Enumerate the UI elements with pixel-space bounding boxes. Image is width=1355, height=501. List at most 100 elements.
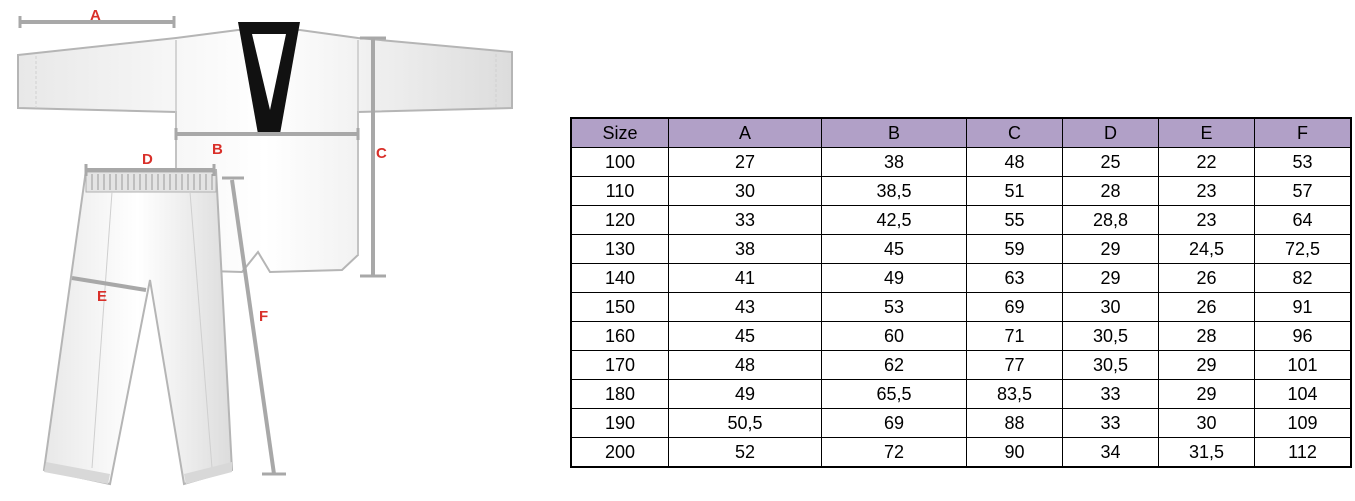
measurement-cell: 69: [821, 408, 967, 438]
measurement-cell: 48: [966, 147, 1063, 177]
size-cell: 190: [570, 408, 669, 438]
size-cell: 120: [570, 205, 669, 235]
size-cell: 180: [570, 379, 669, 409]
table-row: 110 30 38,5 51 28 23 57: [570, 176, 1352, 206]
measurement-cell: 31,5: [1158, 437, 1255, 468]
column-header-d: D: [1062, 117, 1159, 148]
size-chart-table: Size A B C D E F 100 27 38 48 25 22 53 110 30 38,…: [570, 117, 1352, 468]
table-row: 200 52 72 90 34 31,5 112: [570, 437, 1352, 468]
measurement-cell: 28,8: [1062, 205, 1159, 235]
measurement-cell: 91: [1254, 292, 1352, 322]
measurement-cell: 42,5: [821, 205, 967, 235]
column-header-c: C: [966, 117, 1063, 148]
measurement-cell: 38: [668, 234, 822, 264]
table-row: 100 27 38 48 25 22 53: [570, 147, 1352, 177]
measurement-cell: 48: [668, 350, 822, 380]
label-c: C: [376, 145, 387, 162]
size-cell: 150: [570, 292, 669, 322]
table-body: 100 27 38 48 25 22 53 110 30 38,5 51 28 23 57 120 33 42,…: [570, 147, 1352, 468]
measurement-cell: 29: [1062, 263, 1159, 293]
measurement-cell: 28: [1062, 176, 1159, 206]
measurement-cell: 101: [1254, 350, 1352, 380]
table-header-row: Size A B C D E F: [570, 117, 1352, 148]
measurement-cell: 90: [966, 437, 1063, 468]
measurement-cell: 30,5: [1062, 350, 1159, 380]
measurement-cell: 33: [1062, 408, 1159, 438]
measurement-cell: 25: [1062, 147, 1159, 177]
measurement-cell: 72,5: [1254, 234, 1352, 264]
measurement-cell: 71: [966, 321, 1063, 351]
measurement-cell: 72: [821, 437, 967, 468]
label-f: F: [259, 308, 268, 325]
uniform-illustration: A B C D E F: [17, 7, 513, 486]
measurement-cell: 24,5: [1158, 234, 1255, 264]
measurement-cell: 50,5: [668, 408, 822, 438]
size-cell: 160: [570, 321, 669, 351]
measurement-cell: 30: [1062, 292, 1159, 322]
measurement-cell: 62: [821, 350, 967, 380]
measurement-cell: 64: [1254, 205, 1352, 235]
measurement-cell: 29: [1062, 234, 1159, 264]
measurement-cell: 69: [966, 292, 1063, 322]
measurement-cell: 30: [668, 176, 822, 206]
label-e: E: [97, 288, 107, 305]
measurement-cell: 27: [668, 147, 822, 177]
measurement-cell: 23: [1158, 205, 1255, 235]
measurement-cell: 45: [668, 321, 822, 351]
table-row: 130 38 45 59 29 24,5 72,5: [570, 234, 1352, 264]
measurement-cell: 33: [1062, 379, 1159, 409]
size-cell: 170: [570, 350, 669, 380]
column-header-f: F: [1254, 117, 1352, 148]
pants-drawing: [42, 169, 234, 486]
measurement-cell: 43: [668, 292, 822, 322]
measurement-cell: 29: [1158, 350, 1255, 380]
measurement-cell: 41: [668, 263, 822, 293]
measurement-cell: 26: [1158, 292, 1255, 322]
measurement-cell: 30: [1158, 408, 1255, 438]
column-header-b: B: [821, 117, 967, 148]
label-b: B: [212, 141, 223, 158]
measurement-cell: 49: [821, 263, 967, 293]
column-header-e: E: [1158, 117, 1255, 148]
size-cell: 200: [570, 437, 669, 468]
measurement-cell: 23: [1158, 176, 1255, 206]
size-cell: 110: [570, 176, 669, 206]
measurement-cell: 28: [1158, 321, 1255, 351]
table-row: 190 50,5 69 88 33 30 109: [570, 408, 1352, 438]
measurement-cell: 51: [966, 176, 1063, 206]
measurement-cell: 59: [966, 234, 1063, 264]
size-cell: 130: [570, 234, 669, 264]
measurement-cell: 53: [821, 292, 967, 322]
label-d: D: [142, 151, 153, 168]
measurement-cell: 29: [1158, 379, 1255, 409]
measurement-cell: 104: [1254, 379, 1352, 409]
measurement-cell: 88: [966, 408, 1063, 438]
measurement-cell: 52: [668, 437, 822, 468]
measurement-cell: 60: [821, 321, 967, 351]
measurement-cell: 82: [1254, 263, 1352, 293]
size-cell: 140: [570, 263, 669, 293]
table-row: 180 49 65,5 83,5 33 29 104: [570, 379, 1352, 409]
table-row: 150 43 53 69 30 26 91: [570, 292, 1352, 322]
measurement-cell: 109: [1254, 408, 1352, 438]
size-cell: 100: [570, 147, 669, 177]
column-header-a: A: [668, 117, 822, 148]
table-row: 170 48 62 77 30,5 29 101: [570, 350, 1352, 380]
measurement-cell: 96: [1254, 321, 1352, 351]
measurement-cell: 45: [821, 234, 967, 264]
table-row: 140 41 49 63 29 26 82: [570, 263, 1352, 293]
measurement-cell: 65,5: [821, 379, 967, 409]
measurement-cell: 22: [1158, 147, 1255, 177]
measurement-cell: 57: [1254, 176, 1352, 206]
measurement-cell: 30,5: [1062, 321, 1159, 351]
measurement-cell: 33: [668, 205, 822, 235]
measurement-cell: 38: [821, 147, 967, 177]
measurement-cell: 77: [966, 350, 1063, 380]
label-a: A: [90, 7, 101, 24]
measurement-cell: 26: [1158, 263, 1255, 293]
measurement-cell: 49: [668, 379, 822, 409]
measurement-cell: 34: [1062, 437, 1159, 468]
measurement-cell: 53: [1254, 147, 1352, 177]
measurement-cell: 55: [966, 205, 1063, 235]
column-header-size: Size: [570, 117, 669, 148]
